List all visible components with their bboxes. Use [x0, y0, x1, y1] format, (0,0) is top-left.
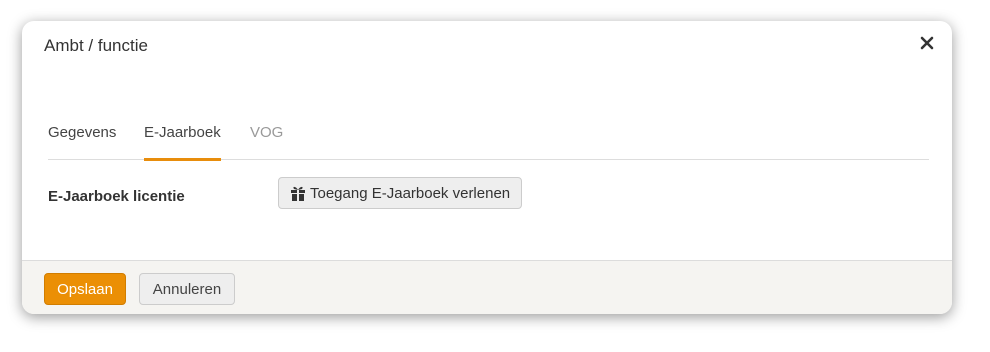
tab-bar: Gegevens E-Jaarboek VOG: [48, 121, 929, 161]
grant-access-label: Toegang E-Jaarboek verlenen: [310, 184, 511, 202]
modal-dialog: Ambt / functie Gegevens E-Jaarboek VOG E…: [22, 21, 952, 314]
save-button[interactable]: Opslaan: [44, 273, 126, 305]
modal-header: Ambt / functie: [22, 21, 952, 73]
license-row: E-Jaarboek licentie Toegang E-Jaarboek v…: [48, 177, 929, 213]
tab-vog[interactable]: VOG: [250, 124, 283, 158]
tab-gegevens[interactable]: Gegevens: [48, 124, 116, 158]
close-button[interactable]: [919, 35, 935, 51]
close-icon: [920, 36, 934, 50]
license-label: E-Jaarboek licentie: [48, 188, 185, 205]
gift-icon: [290, 186, 306, 201]
modal-title: Ambt / functie: [44, 36, 148, 55]
tab-e-jaarboek[interactable]: E-Jaarboek: [144, 124, 221, 161]
cancel-button[interactable]: Annuleren: [139, 273, 235, 305]
grant-access-button[interactable]: Toegang E-Jaarboek verlenen: [278, 177, 523, 209]
modal-footer: Opslaan Annuleren: [22, 260, 952, 314]
